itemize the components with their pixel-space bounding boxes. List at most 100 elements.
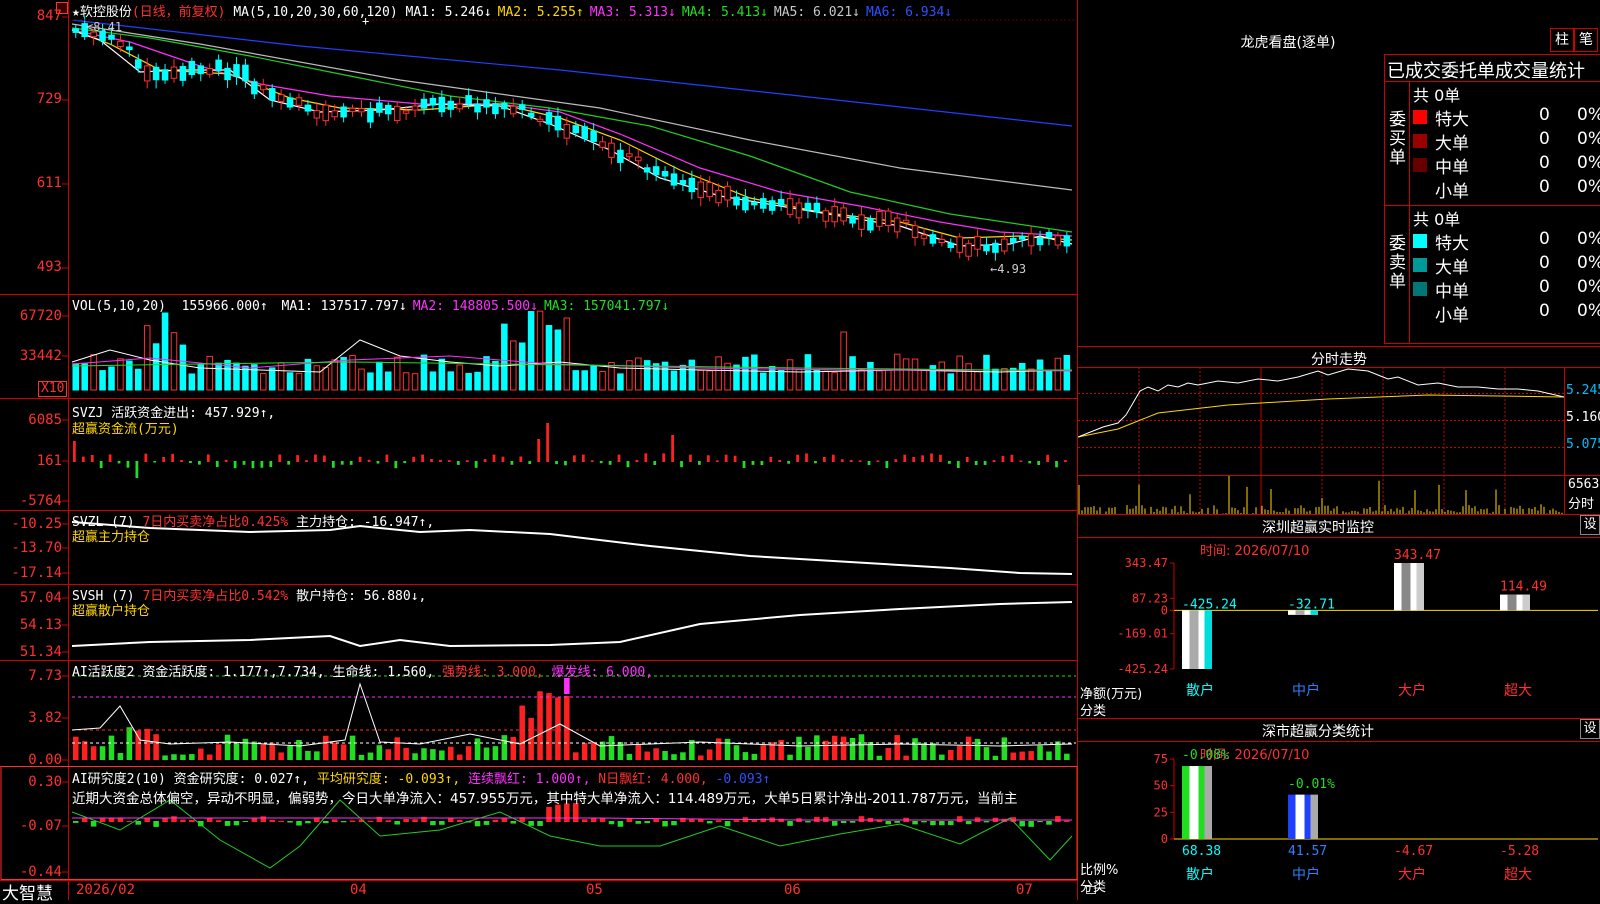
kline-chart-area[interactable]	[0, 0, 1078, 900]
dragon-header: 已成交委托单成交量统计	[1387, 61, 1585, 82]
tick-mode-button[interactable]: 笔	[1574, 28, 1598, 52]
category-label: 超大	[1504, 683, 1532, 699]
order-percent: 0%	[1577, 301, 1600, 321]
dragon-title: 龙虎看盘(逐单)	[1240, 35, 1336, 51]
change-label: -0.01%	[1288, 777, 1335, 792]
intraday-panel[interactable]: 分时走势 5.245 5.160 5.075 6563 分时	[1078, 346, 1600, 515]
ma4-line	[71, 27, 1073, 233]
order-percent: 0%	[1577, 229, 1600, 249]
order-percent: 0%	[1577, 253, 1600, 273]
intraday-tick-low: 5.075	[1566, 437, 1600, 452]
dragon-panel: 龙虎看盘(逐单) 柱 笔 已成交委托单成交量统计 委买单 委卖单 共 0单 共 …	[1078, 0, 1600, 346]
order-type-label: 中单	[1435, 282, 1469, 302]
category-label: 散户	[1186, 866, 1214, 883]
bar-0	[1182, 610, 1212, 669]
y-tick-marks	[62, 16, 68, 873]
category-label: 中户	[1292, 682, 1320, 699]
order-percent: 0%	[1577, 277, 1600, 297]
sz-classification-stats: 深市超赢分类统计 设 时间: 2026/07/10 75 50 25 0 68.38 散户…	[1078, 718, 1600, 900]
ai-research-bars	[73, 803, 1070, 827]
intraday-vol-label: 分时	[1568, 497, 1595, 512]
intraday-price-line	[1078, 368, 1565, 438]
order-row-0: 特大 0 0%	[1411, 105, 1600, 130]
order-row-2: 中单 0 0%	[1411, 153, 1600, 178]
order-row-0: 特大 0 0%	[1411, 229, 1600, 254]
bar-value-label: -32.71	[1288, 597, 1335, 612]
sz2-bar-chart: 75 50 25 0 68.38 散户 41.57 中户 -4.67 大户 -5.28 超大 -0.08…	[1154, 748, 1598, 883]
category-label: 大户	[1398, 682, 1426, 699]
order-color-swatch	[1413, 134, 1427, 148]
sz2-xlabel: 分类	[1080, 880, 1107, 895]
order-volume: 0	[1539, 301, 1550, 321]
category-label: 散户	[1186, 682, 1214, 699]
order-type-label: 特大	[1435, 110, 1469, 130]
volume-ma-lines	[71, 339, 1073, 373]
bar-1	[1288, 794, 1318, 839]
bar-value-label: -4.67	[1394, 844, 1433, 859]
bar-value-label: -5.28	[1500, 844, 1539, 859]
order-percent: 0%	[1577, 105, 1600, 125]
ai-research-lines	[71, 799, 1073, 869]
order-volume: 0	[1539, 229, 1550, 249]
intraday-avg-line	[1078, 394, 1565, 438]
y-tick-label: 343.47	[1125, 556, 1168, 570]
sz1-bar-chart: 343.4787.230-169.01-425.24-425.24散户-32.7…	[1117, 548, 1598, 699]
order-type-label: 大单	[1435, 258, 1469, 278]
sz1-xlabel: 分类	[1080, 704, 1107, 719]
intraday-vol-tick: 6563	[1568, 477, 1600, 492]
y-tick-label: 0	[1161, 832, 1168, 846]
sz-realtime-monitor: 深圳超赢实时监控 设 时间: 2026/07/10 343.47 87.23 0 -1…	[1078, 514, 1600, 719]
order-volume: 0	[1539, 129, 1550, 149]
order-volume: 0	[1539, 153, 1550, 173]
order-color-swatch	[1413, 258, 1427, 272]
order-percent: 0%	[1577, 129, 1600, 149]
sell-total: 共 0单	[1413, 210, 1461, 229]
category-label: 大户	[1398, 866, 1426, 883]
ma5-line	[71, 23, 1073, 191]
svzj-bars	[73, 423, 1067, 478]
order-type-label: 小单	[1435, 306, 1469, 326]
bar-value-label: 343.47	[1394, 548, 1441, 563]
buy-rows: 特大 0 0% 大单 0 0% 中单 0 0% 小单 0 0%	[1411, 105, 1600, 202]
order-volume: 0	[1539, 105, 1550, 125]
bar-value-label: -425.24	[1182, 597, 1237, 612]
ai-activity-lines	[71, 675, 1076, 747]
volume-bars	[72, 310, 1071, 391]
ma-lines	[71, 19, 1073, 247]
y-tick-label: 50	[1154, 779, 1168, 793]
order-type-label: 小单	[1435, 182, 1469, 202]
y-tick-label: 75	[1154, 752, 1168, 766]
sell-rows: 特大 0 0% 大单 0 0% 中单 0 0% 小单 0 0%	[1411, 229, 1600, 326]
order-row-1: 大单 0 0%	[1411, 129, 1600, 154]
order-type-label: 大单	[1435, 134, 1469, 154]
y-tick-label: -169.01	[1117, 627, 1168, 641]
bar-mode-button[interactable]: 柱	[1550, 28, 1574, 52]
y-tick-label: 25	[1154, 805, 1168, 819]
order-row-2: 中单 0 0%	[1411, 277, 1600, 302]
intraday-tick-high: 5.245	[1566, 383, 1600, 398]
y-tick-label: 0	[1161, 603, 1168, 617]
bar-value-label: 114.49	[1500, 580, 1547, 595]
order-color-swatch	[1413, 110, 1427, 124]
ma1-line	[71, 29, 1073, 247]
order-row-3: 小单 0 0%	[1411, 177, 1600, 202]
order-color-swatch	[1413, 282, 1427, 296]
order-color-swatch	[1413, 306, 1427, 320]
bar-value-label: 68.38	[1182, 844, 1221, 859]
intraday-chart	[1078, 367, 1600, 515]
order-row-3: 小单 0 0%	[1411, 301, 1600, 326]
category-label: 中户	[1292, 866, 1320, 883]
candlesticks	[72, 16, 1071, 261]
buy-orders-label: 委买单	[1389, 110, 1406, 168]
order-type-label: 中单	[1435, 158, 1469, 178]
order-volume: 0	[1539, 177, 1550, 197]
intraday-title: 分时走势	[1311, 352, 1367, 368]
bar-2	[1394, 563, 1424, 611]
order-volume: 0	[1539, 253, 1550, 273]
bar-3	[1500, 594, 1530, 611]
ai-activity-bars	[73, 678, 1070, 760]
category-label: 超大	[1504, 867, 1532, 883]
change-label: -0.08%	[1182, 748, 1229, 763]
order-percent: 0%	[1577, 177, 1600, 197]
order-type-label: 特大	[1435, 234, 1469, 254]
